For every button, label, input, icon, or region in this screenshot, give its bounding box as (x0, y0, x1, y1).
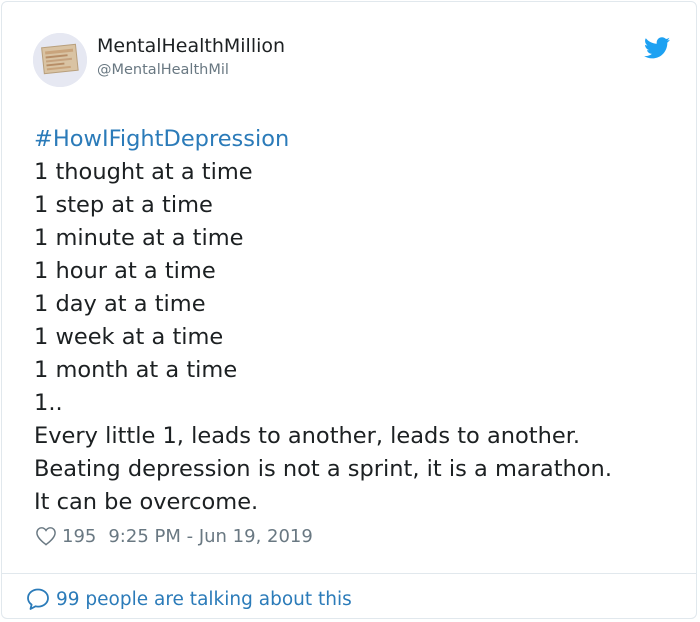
tweet-line: 1 minute at a time (34, 225, 244, 251)
tweet-line: 1 day at a time (34, 291, 206, 317)
user-name[interactable]: MentalHealthMillion (97, 34, 285, 58)
tweet-line: 1 thought at a time (34, 159, 253, 185)
divider (2, 573, 696, 574)
tweet-line: Every little 1, leads to another, leads … (34, 423, 581, 449)
tweet-line: Beating depression is not a sprint, it i… (34, 456, 612, 482)
tweet-line: 1.. (34, 390, 63, 416)
speech-bubble-icon (27, 588, 49, 610)
tweet-line: It can be overcome. (34, 489, 259, 515)
tweet-line: 1 hour at a time (34, 258, 216, 284)
talking-about-label: 99 people are talking about this (56, 588, 352, 610)
tweet-line: 1 month at a time (34, 357, 238, 383)
hashtag-link[interactable]: #HowIFightDepression (34, 123, 674, 156)
like-count[interactable]: 195 (62, 526, 96, 547)
avatar[interactable] (33, 33, 87, 87)
tweet-text: #HowIFightDepression 1 thought at a time… (34, 123, 674, 519)
tweet-line: 1 week at a time (34, 324, 224, 350)
tweet-card[interactable]: MentalHealthMillion @MentalHealthMil #Ho… (1, 1, 697, 619)
tweet-line: 1 step at a time (34, 192, 213, 218)
tweet-timestamp[interactable]: 9:25 PM - Jun 19, 2019 (108, 526, 312, 547)
tweet-meta: 195 9:25 PM - Jun 19, 2019 (35, 524, 313, 548)
talking-about-link[interactable]: 99 people are talking about this (26, 586, 352, 612)
twitter-bird-icon[interactable] (644, 37, 670, 59)
user-handle[interactable]: @MentalHealthMil (97, 60, 229, 80)
heart-icon[interactable] (35, 526, 57, 546)
